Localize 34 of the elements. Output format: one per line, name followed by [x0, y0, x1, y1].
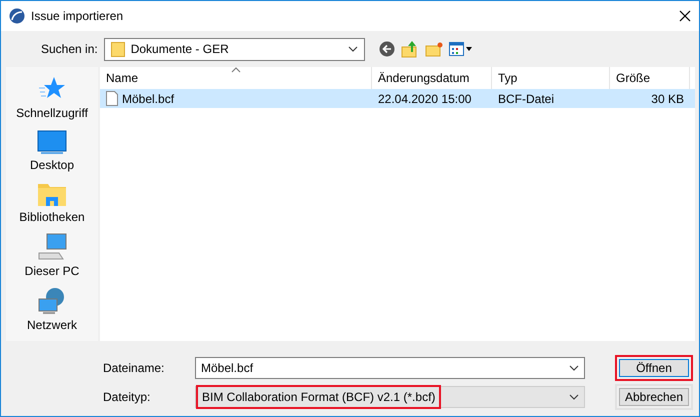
- file-name-field[interactable]: Möbel.bcf: [195, 356, 585, 378]
- sidebar-item[interactable]: Desktop: [30, 158, 74, 172]
- chevron-down-icon[interactable]: [348, 46, 358, 52]
- file-size: 30 KB: [651, 92, 684, 106]
- app-logo-icon: [9, 8, 25, 24]
- folder-up-icon[interactable]: [400, 40, 419, 58]
- file-type-label: Dateityp:: [103, 390, 152, 404]
- sidebar-item[interactable]: Bibliotheken: [19, 210, 85, 224]
- folder-icon: [110, 41, 125, 57]
- file-date: 22.04.2020 15:00: [378, 92, 472, 106]
- network-icon: [36, 287, 67, 315]
- file-icon: [106, 91, 118, 106]
- close-icon[interactable]: [679, 10, 691, 22]
- window-title: Issue importieren: [31, 9, 124, 23]
- sidebar-item[interactable]: Schnellzugriff: [16, 106, 88, 120]
- new-folder-icon[interactable]: [424, 41, 443, 57]
- look-in-dropdown[interactable]: Dokumente - GER: [104, 38, 365, 60]
- sort-up-icon[interactable]: [231, 67, 241, 73]
- file-name-label: Dateiname:: [103, 360, 166, 374]
- file-row[interactable]: Möbel.bcf 22.04.2020 15:00 BCF-Datei 30 KB: [100, 89, 695, 108]
- chevron-down-icon[interactable]: [569, 364, 579, 370]
- sidebar-item[interactable]: Dieser PC: [24, 264, 80, 278]
- computer-icon: [37, 233, 67, 261]
- look-in-label: Suchen in:: [41, 42, 98, 56]
- open-button[interactable]: Öffnen: [615, 354, 693, 380]
- monitor-icon: [37, 129, 67, 155]
- file-type: BCF-Datei: [498, 92, 554, 106]
- cancel-button[interactable]: Abbrechen: [615, 384, 693, 410]
- sidebar-item[interactable]: Netzwerk: [26, 318, 77, 332]
- view-menu-icon[interactable]: [448, 42, 473, 56]
- file-name: Möbel.bcf: [122, 92, 174, 106]
- chevron-down-icon[interactable]: [569, 394, 579, 400]
- folder-icon: [36, 181, 67, 207]
- file-type-dropdown[interactable]: BIM Collaboration Format (BCF) v2.1 (*.bcf): [195, 386, 585, 408]
